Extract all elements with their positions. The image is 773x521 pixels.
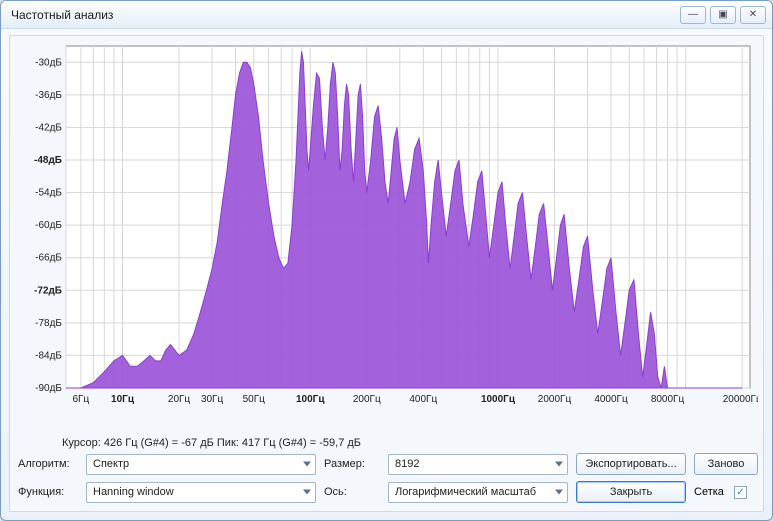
svg-text:20000Гц: 20000Гц	[723, 394, 758, 405]
dialog-window: Частотный анализ — ▣ ✕ -30дБ -36дБ -42дБ -4…	[0, 0, 773, 521]
svg-text:-30дБ: -30дБ	[35, 57, 62, 68]
algorithm-label: Алгоритм:	[18, 458, 78, 470]
function-label: Функция:	[18, 486, 78, 498]
maximize-button[interactable]: ▣	[710, 6, 736, 24]
content-pane: -30дБ -36дБ -42дБ -48дБ -54дБ -60дБ -66дБ -72дБ…	[9, 35, 764, 512]
controls-grid: Алгоритм: Спектр Размер: 8192 Экспортиро…	[18, 453, 755, 503]
svg-text:-66дБ: -66дБ	[35, 253, 62, 264]
svg-text:-78дБ: -78дБ	[35, 318, 62, 329]
cursor-peak-status: Курсор: 426 Гц (G#4) = -67 дБ Пик: 417 Г…	[18, 435, 755, 453]
svg-text:1000Гц: 1000Гц	[481, 394, 516, 405]
grid-checkbox[interactable]: ✓	[734, 486, 747, 499]
svg-text:2000Гц: 2000Гц	[538, 394, 572, 405]
svg-text:20Гц: 20Гц	[168, 394, 191, 405]
svg-text:-48дБ: -48дБ	[34, 155, 62, 166]
spectrum-plot[interactable]: -30дБ -36дБ -42дБ -48дБ -54дБ -60дБ -66дБ -72дБ…	[18, 40, 755, 435]
svg-text:30Гц: 30Гц	[201, 394, 224, 405]
axis-label: Ось:	[324, 486, 380, 498]
function-select[interactable]: Hanning window	[86, 482, 316, 503]
svg-text:400Гц: 400Гц	[409, 394, 437, 405]
svg-text:100Гц: 100Гц	[296, 394, 325, 405]
grid-label: Сетка	[694, 486, 724, 498]
algorithm-select[interactable]: Спектр	[86, 454, 316, 475]
redo-button[interactable]: Заново	[694, 453, 758, 475]
grid-toggle-group: Сетка ✓	[694, 486, 758, 499]
svg-text:8000Гц: 8000Гц	[651, 394, 685, 405]
axis-select[interactable]: Логарифмический масштаб	[388, 482, 568, 503]
close-button[interactable]: ✕	[740, 6, 766, 24]
size-label: Размер:	[324, 458, 380, 470]
svg-text:-60дБ: -60дБ	[35, 220, 62, 231]
svg-text:-36дБ: -36дБ	[35, 90, 62, 101]
svg-text:-84дБ: -84дБ	[35, 350, 62, 361]
svg-text:4000Гц: 4000Гц	[594, 394, 628, 405]
size-select[interactable]: 8192	[388, 454, 568, 475]
window-title: Частотный анализ	[11, 8, 676, 22]
export-button[interactable]: Экспортировать...	[576, 453, 686, 475]
minimize-button[interactable]: —	[680, 6, 706, 24]
svg-text:50Гц: 50Гц	[243, 394, 266, 405]
close-dialog-button[interactable]: Закрыть	[576, 481, 686, 503]
svg-text:6Гц: 6Гц	[73, 394, 90, 405]
titlebar[interactable]: Частотный анализ — ▣ ✕	[1, 1, 772, 29]
svg-text:-54дБ: -54дБ	[35, 188, 62, 199]
svg-text:-90дБ: -90дБ	[35, 383, 62, 394]
spectrum-svg: -30дБ -36дБ -42дБ -48дБ -54дБ -60дБ -66дБ -72дБ…	[18, 40, 758, 410]
svg-text:10Гц: 10Гц	[111, 394, 135, 405]
svg-text:-42дБ: -42дБ	[35, 122, 62, 133]
svg-text:-72дБ: -72дБ	[34, 285, 62, 296]
svg-text:200Гц: 200Гц	[353, 394, 381, 405]
